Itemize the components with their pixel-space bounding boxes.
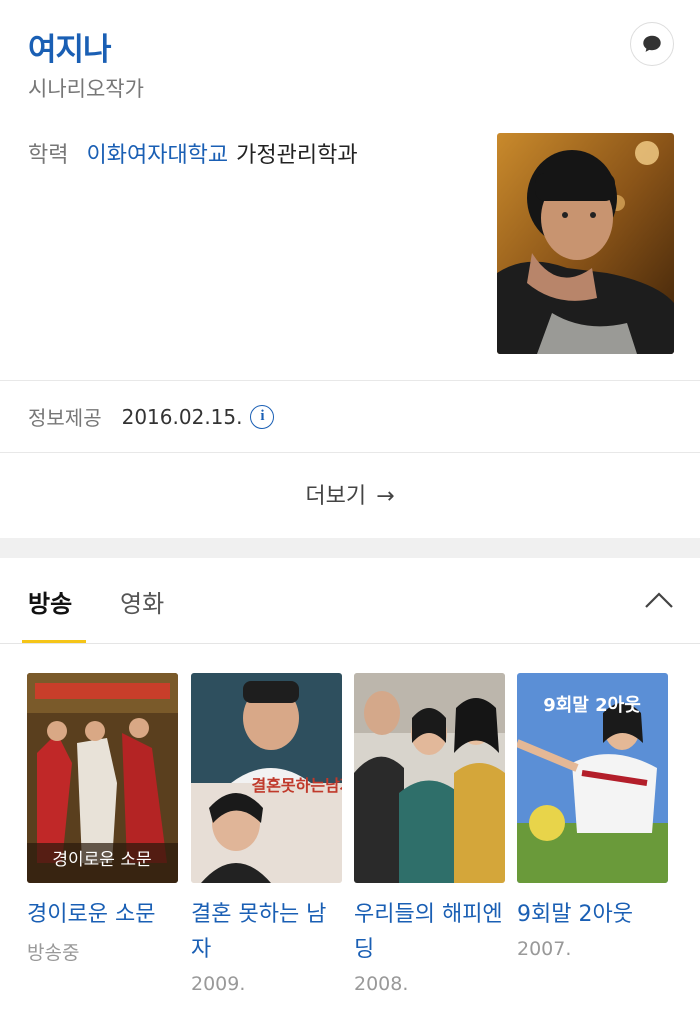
more-label: 더보기	[305, 484, 367, 509]
work-item[interactable]: 우리들의 해피엔딩 2008.	[354, 673, 505, 995]
section-gap	[0, 538, 700, 558]
work-item[interactable]: 9회말 2아웃 9회말 2아웃 2007.	[517, 673, 668, 960]
work-item[interactable]: 결혼못하는남자 결혼 못하는 남자 2009.	[191, 673, 342, 995]
works-list: 경이로운 소문 경이로운 소문 방송중 결혼못하는남자 결혼 못하는 남자 20…	[0, 645, 700, 1016]
chevron-up-icon[interactable]	[644, 588, 674, 612]
person-role: 시나리오작가	[28, 77, 144, 101]
tab-broadcast[interactable]: 방송	[28, 584, 72, 619]
education-school-link[interactable]: 이화여자대학교	[86, 143, 228, 168]
work-year: 2008.	[354, 973, 409, 995]
tab-movie[interactable]: 영화	[120, 584, 164, 619]
poster-title: 결혼못하는남자	[251, 776, 342, 795]
divider	[0, 380, 700, 381]
work-year: 방송중	[27, 942, 80, 964]
info-icon[interactable]: i	[250, 404, 275, 429]
work-year: 2009.	[191, 973, 246, 995]
person-card: 여지나 시나리오작가 학력 이화여자대학교 가정관리학과 정보제공 2016.0…	[0, 0, 700, 538]
info-source-date: 2016.02.15.	[121, 404, 243, 429]
chat-button[interactable]	[630, 22, 674, 66]
work-title[interactable]: 경이로운 소문	[27, 897, 178, 932]
work-poster[interactable]: 결혼못하는남자	[191, 673, 342, 883]
work-poster[interactable]: 경이로운 소문	[27, 673, 178, 883]
arrow-right-icon: →	[376, 484, 395, 509]
work-year: 2007.	[517, 938, 572, 960]
poster-title: 9회말 2아웃	[543, 695, 641, 716]
work-title[interactable]: 결혼 못하는 남자	[191, 897, 342, 967]
divider	[0, 452, 700, 453]
filmography-tabs: 방송 영화	[0, 558, 700, 644]
education-row: 학력 이화여자대학교 가정관리학과	[28, 137, 358, 169]
profile-photo[interactable]	[497, 133, 674, 354]
education-label: 학력	[28, 143, 69, 168]
work-poster[interactable]: 9회말 2아웃	[517, 673, 668, 883]
info-source-row: 정보제공 2016.02.15. i	[28, 402, 275, 431]
more-button[interactable]: 더보기 →	[0, 478, 700, 510]
work-poster[interactable]	[354, 673, 505, 883]
active-tab-indicator	[22, 640, 86, 643]
work-title[interactable]: 우리들의 해피엔딩	[354, 897, 505, 967]
education-dept: 가정관리학과	[236, 143, 358, 168]
info-source-label: 정보제공	[28, 406, 102, 430]
chat-bubble-icon	[643, 35, 661, 52]
work-item[interactable]: 경이로운 소문 경이로운 소문 방송중	[27, 673, 178, 965]
poster-title: 경이로운 소문	[52, 850, 151, 870]
person-name[interactable]: 여지나	[28, 24, 112, 69]
work-title[interactable]: 9회말 2아웃	[517, 897, 668, 932]
